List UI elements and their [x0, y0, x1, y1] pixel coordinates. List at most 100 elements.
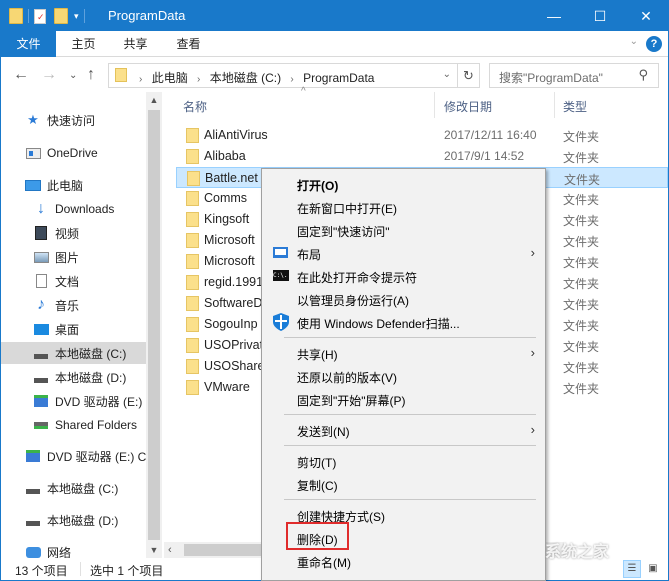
address-bar[interactable]: › 此电脑 › 本地磁盘 (C:) › ProgramData ⌄ ↻ [108, 63, 480, 88]
sidebar-item-local-disk-d-root[interactable]: 本地磁盘 (D:) [25, 509, 118, 531]
drive-icon [25, 513, 41, 527]
tab-share[interactable]: 共享 [113, 31, 158, 57]
search-input[interactable]: 搜索"ProgramData" [499, 69, 603, 86]
menu-item[interactable]: 在新窗口中打开(E) [264, 196, 543, 219]
menu-item[interactable]: 使用 Windows Defender扫描... [264, 311, 543, 334]
customize-toolbar-icon[interactable]: ▾ [74, 11, 79, 22]
scroll-down-icon[interactable]: ▼ [146, 542, 162, 558]
folder-icon [186, 233, 199, 248]
menu-item[interactable]: 打开(O) [264, 173, 543, 196]
menu-item[interactable]: 复制(C) [264, 473, 543, 496]
picture-icon [33, 250, 49, 264]
folder-icon [9, 8, 23, 24]
sidebar-item-label: 图片 [55, 250, 80, 265]
menu-item[interactable]: 还原以前的版本(V) [264, 365, 543, 388]
sidebar-item-quick-access[interactable]: ★ 快速访问 [25, 109, 95, 131]
sidebar-item-dvd-drive-root[interactable]: DVD 驱动器 (E:) C [25, 445, 146, 467]
computer-icon [25, 178, 41, 192]
layout-icon [273, 246, 289, 260]
file-name: Microsoft [204, 254, 255, 268]
column-separator[interactable] [434, 92, 435, 118]
minimize-icon: — [547, 8, 561, 24]
table-row[interactable]: AliAntiVirus 2017/12/11 16:40 文件夹 [176, 125, 668, 146]
menu-item-label: 在新窗口中打开(E) [297, 202, 397, 216]
tab-home[interactable]: 主页 [61, 31, 106, 57]
scroll-up-icon[interactable]: ▲ [146, 92, 162, 108]
tab-view[interactable]: 查看 [166, 31, 211, 57]
back-button[interactable]: ← [13, 66, 29, 84]
file-name: SoftwareD [204, 296, 263, 310]
refresh-button[interactable]: ↻ [457, 64, 479, 87]
video-icon [33, 226, 49, 240]
cmd-icon: C:\. [273, 270, 289, 281]
help-icon[interactable]: ? [646, 36, 662, 52]
expand-ribbon-icon[interactable]: ⌄ [630, 36, 638, 47]
search-box[interactable]: 搜索"ProgramData" ⚲ [489, 63, 659, 88]
menu-item-label: 固定到"开始"屏幕(P) [297, 394, 406, 408]
address-dropdown-icon[interactable]: ⌄ [443, 69, 451, 80]
up-button[interactable]: ↑ [87, 66, 95, 84]
breadcrumb-programdata[interactable]: ProgramData [303, 71, 374, 85]
sidebar-item-local-disk-c[interactable]: 本地磁盘 (C:) [1, 342, 146, 364]
menu-item[interactable]: 布局 › [264, 242, 543, 265]
search-icon[interactable]: ⚲ [638, 67, 648, 83]
menu-item[interactable]: 以管理员身份运行(A) [264, 288, 543, 311]
file-name: SogouInp [204, 317, 258, 331]
tab-file[interactable]: 文件 [1, 31, 56, 57]
sidebar-item-label: 文档 [55, 274, 80, 289]
breadcrumb-this-pc[interactable]: 此电脑 [152, 71, 188, 85]
navigation-pane-scrollbar[interactable]: ▲ ▼ [146, 92, 162, 558]
sidebar-item-network[interactable]: 网络 [25, 541, 71, 558]
file-type: 文件夹 [563, 130, 600, 144]
sidebar-item-desktop[interactable]: 桌面 [33, 318, 79, 340]
details-view-button[interactable]: ☰ [623, 560, 641, 578]
sidebar-item-videos[interactable]: 视频 [33, 222, 79, 244]
new-folder-icon[interactable] [54, 8, 68, 24]
breadcrumb-separator: › [197, 74, 201, 85]
large-icons-view-button[interactable]: ▣ [644, 560, 662, 578]
menu-item-label: 以管理员身份运行(A) [297, 294, 409, 308]
breadcrumb-separator: › [290, 74, 294, 85]
recent-locations-button[interactable]: ⌄ [69, 70, 77, 81]
sidebar-item-this-pc[interactable]: 此电脑 [25, 174, 83, 196]
menu-item[interactable]: C:\. 在此处打开命令提示符 [264, 265, 543, 288]
scrollbar-thumb[interactable] [148, 110, 160, 540]
menu-item[interactable]: 固定到"快速访问" [264, 219, 543, 242]
submenu-arrow-icon: › [530, 422, 535, 437]
column-header-date[interactable]: 修改日期 [444, 98, 492, 115]
sidebar-item-downloads[interactable]: ↓ Downloads [33, 198, 114, 220]
dvd-icon [33, 394, 49, 408]
menu-item[interactable]: 发送到(N) › [264, 419, 543, 442]
menu-item-label: 固定到"快速访问" [297, 225, 390, 239]
modified-date: 2017/9/1 14:52 [444, 149, 525, 163]
menu-item[interactable]: 固定到"开始"屏幕(P) [264, 388, 543, 411]
forward-button[interactable]: → [41, 66, 57, 84]
file-type: 文件夹 [564, 173, 601, 187]
column-header-name[interactable]: 名称 [183, 98, 207, 115]
sidebar-item-dvd-drive[interactable]: DVD 驱动器 (E:) [33, 390, 142, 412]
minimize-button[interactable]: — [531, 1, 577, 31]
close-button[interactable]: ✕ [623, 1, 669, 31]
table-row[interactable]: Alibaba 2017/9/1 14:52 文件夹 [176, 146, 668, 167]
sidebar-item-onedrive[interactable]: OneDrive [25, 142, 98, 164]
column-header-type[interactable]: 类型 [563, 98, 587, 115]
maximize-button[interactable]: ☐ [577, 1, 623, 31]
sidebar-item-pictures[interactable]: 图片 [33, 246, 79, 268]
menu-item-label: 布局 [297, 248, 322, 262]
sidebar-item-music[interactable]: ♪ 音乐 [33, 294, 79, 316]
sidebar-item-local-disk-c-root[interactable]: 本地磁盘 (C:) [25, 477, 118, 499]
menu-item[interactable]: 共享(H) › [264, 342, 543, 365]
menu-item[interactable]: 重命名(M) [264, 550, 543, 573]
breadcrumb-local-disk-c[interactable]: 本地磁盘 (C:) [210, 71, 281, 85]
folder-icon [186, 254, 199, 269]
properties-icon[interactable]: ✓ [34, 8, 46, 24]
scroll-left-icon[interactable]: ‹ [168, 542, 172, 558]
file-type: 文件夹 [563, 361, 600, 375]
column-separator[interactable] [554, 92, 555, 118]
sidebar-item-label: 本地磁盘 (C:) [55, 346, 127, 361]
menu-item[interactable]: 剪切(T) [264, 450, 543, 473]
sidebar-item-local-disk-d[interactable]: 本地磁盘 (D:) [33, 366, 126, 388]
sidebar-item-label: 本地磁盘 (C:) [47, 481, 119, 496]
sidebar-item-shared-folders[interactable]: Shared Folders [33, 414, 137, 436]
sidebar-item-documents[interactable]: 文档 [33, 270, 79, 292]
